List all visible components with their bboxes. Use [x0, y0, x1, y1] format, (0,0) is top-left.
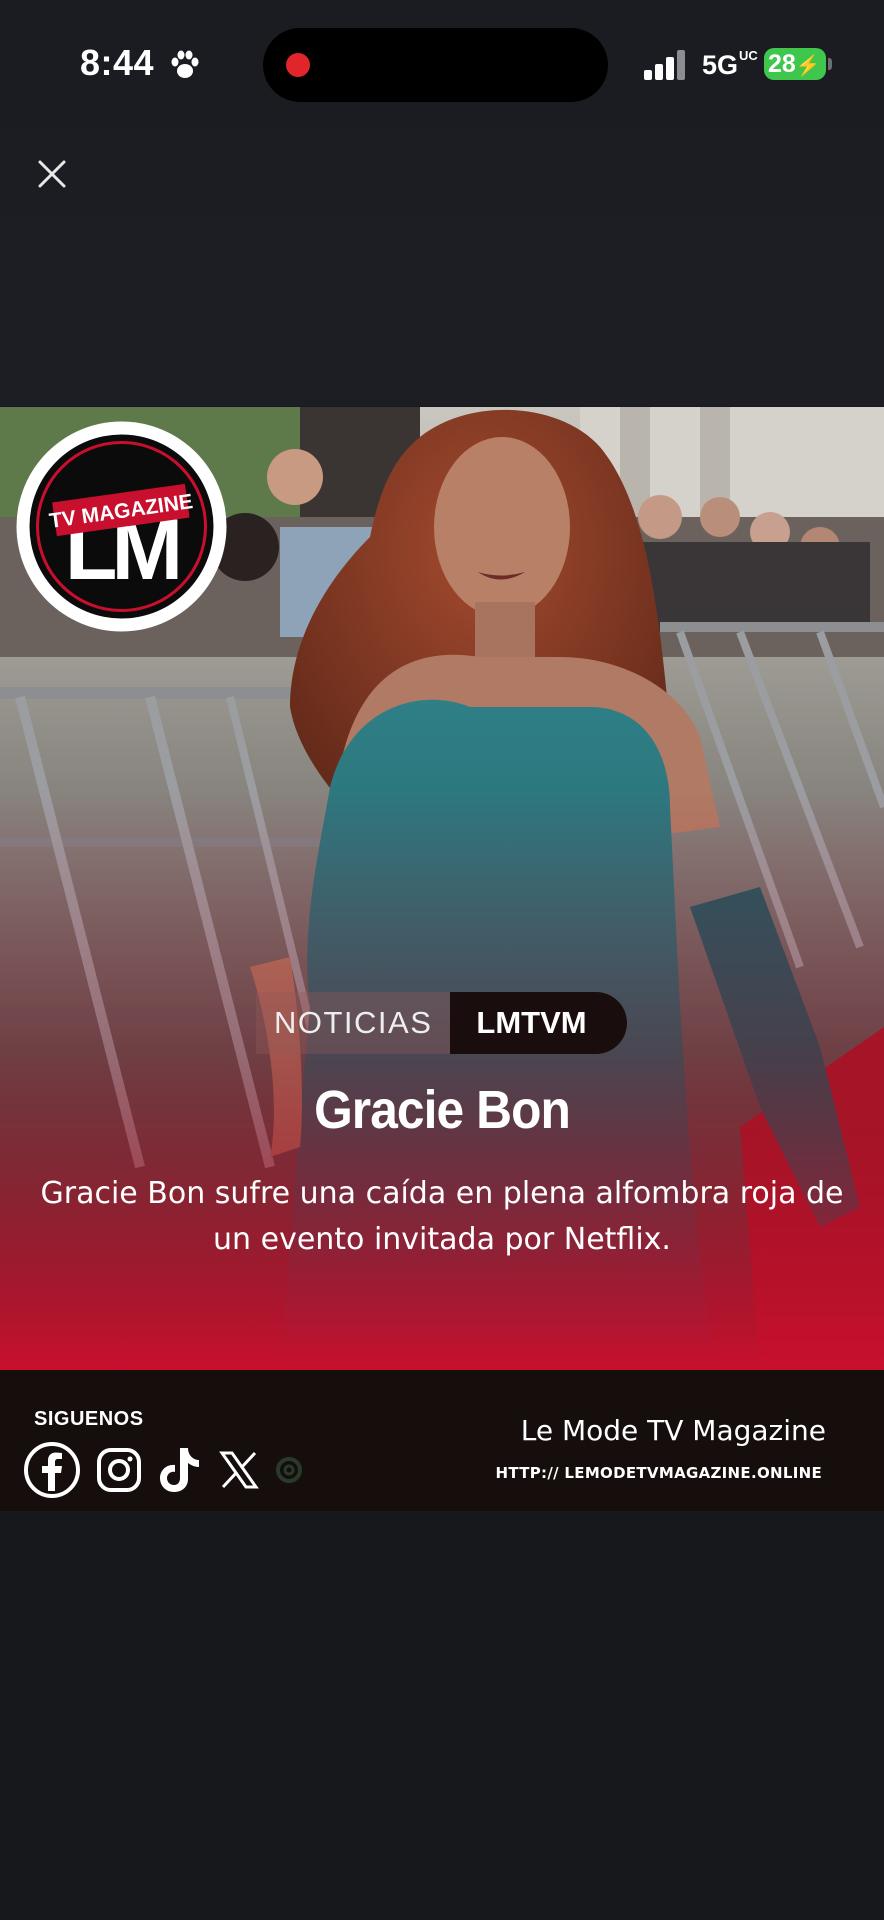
battery-tip — [828, 58, 832, 70]
post-image[interactable]: LM TV MAGAZINE NOTICIAS LMTVM Gracie Bon… — [0, 407, 884, 1511]
close-icon[interactable] — [30, 152, 74, 196]
status-bar: 8:44 5GUC 28⚡ — [0, 0, 884, 130]
brand-name: Le Mode TV Magazine — [520, 1414, 826, 1447]
post-footer: SIGUENOS Le Mode TV Magazine HTTP:// LEM… — [0, 1370, 884, 1511]
lm-tv-magazine-logo: LM TV MAGAZINE — [16, 421, 227, 632]
blurred-caption-area — [0, 216, 884, 406]
facebook-icon[interactable] — [22, 1440, 82, 1500]
blurred-background-area — [0, 1511, 884, 1920]
cellular-signal-icon — [644, 50, 688, 80]
tag-category: NOTICIAS — [256, 992, 451, 1054]
tag-brand: LMTVM — [450, 992, 627, 1054]
status-time: 8:44 — [80, 42, 155, 83]
network-type: 5GUC — [702, 48, 758, 80]
website-url[interactable]: HTTP:// LEMODETVMAGAZINE.ONLINE — [495, 1464, 822, 1482]
network-suffix: UC — [739, 48, 758, 63]
tiktok-icon[interactable] — [156, 1440, 202, 1500]
x-icon[interactable] — [216, 1440, 262, 1500]
instagram-icon[interactable] — [94, 1440, 144, 1500]
post-headline: Gracie Bon — [314, 1080, 571, 1140]
threads-icon[interactable] — [272, 1440, 306, 1500]
follow-label: SIGUENOS — [34, 1408, 144, 1430]
dynamic-island — [263, 28, 608, 102]
paw-icon — [171, 50, 199, 78]
recording-indicator-icon — [286, 53, 310, 77]
viewer-header — [0, 130, 884, 216]
category-tag: NOTICIAS LMTVM — [256, 992, 627, 1054]
battery-level: 28 — [768, 50, 796, 78]
battery-indicator: 28⚡ — [764, 48, 826, 80]
post-summary: Gracie Bon sufre una caída en plena alfo… — [40, 1176, 844, 1257]
